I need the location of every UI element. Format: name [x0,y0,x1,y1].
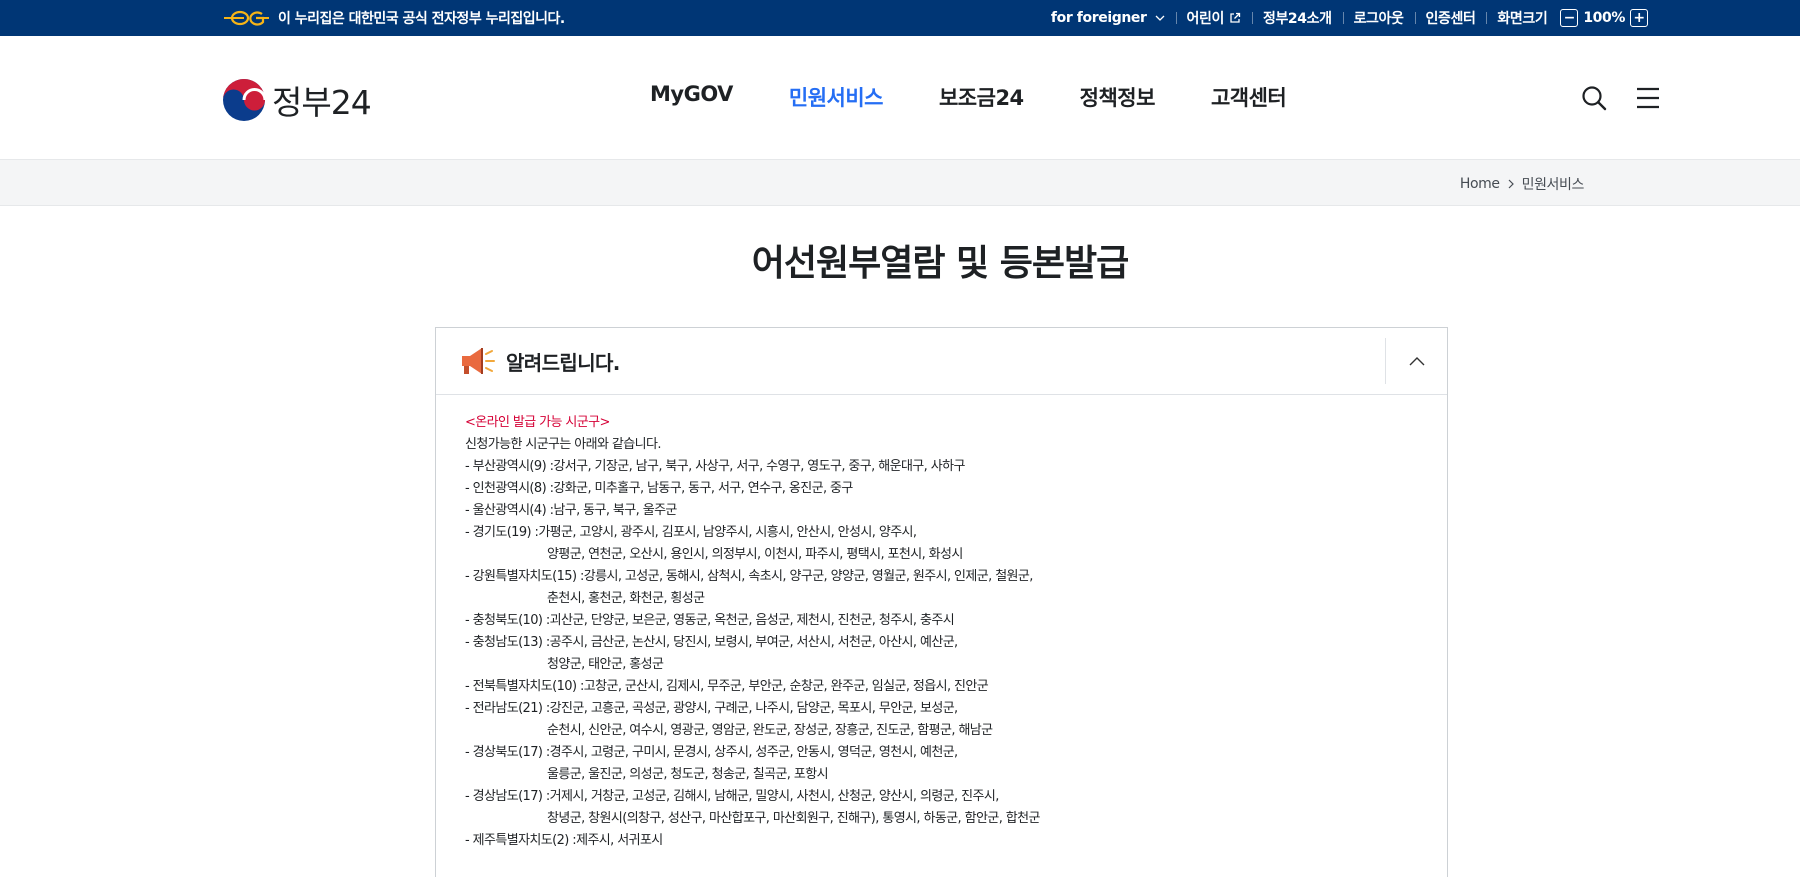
nav-item-mygov[interactable]: MyGOV [650,82,733,112]
list-item: - 경기도(19) : 가평군, 고양시, 광주시, 김포시, 남양주시, 시흥… [465,522,1418,544]
gov-topbar: 이 누리집은 대한민국 공식 전자정부 누리집입니다. for foreigne… [0,0,1800,36]
kids-label: 어린이 [1186,11,1225,27]
list-item: - 경상북도(17) : 경주시, 고령군, 구미시, 문경시, 상주시, 성주… [465,742,1418,764]
list-item: - 울산광역시(4) : 남구, 동구, 북구, 울주군 [465,500,1418,522]
region-cities: 강릉시, 고성군, 동해시, 삼척시, 속초시, 양구군, 양양군, 영월군, … [583,569,1034,584]
region-cities: 강서구, 기장군, 남구, 북구, 사상구, 서구, 수영구, 영도구, 중구,… [553,459,965,474]
page-title: 어선원부열람 및 등본발급 [751,243,1129,284]
region-cities-continued: 청양군, 태안군, 홍성군 [547,657,664,672]
list-item: - 인천광역시(8) : 강화군, 미추홀구, 남동구, 동구, 서구, 연수구… [465,478,1418,500]
search-icon[interactable] [1580,84,1608,112]
region-cities-continued: 순천시, 신안군, 여수시, 영광군, 영암군, 완도군, 장성군, 장흥군, … [547,723,993,738]
menu-icon[interactable] [1634,84,1662,112]
region-cities-continued: 창녕군, 창원시(의창구, 성산구, 마산합포구, 마산회원구, 진해구), 통… [547,811,1040,826]
for-foreigner-label: for foreigner [1050,10,1147,26]
about-link[interactable]: 정부24소개 [1251,8,1343,28]
chevron-down-icon [1155,15,1164,21]
region-name: - 전북특별자치도(10) : [465,679,584,694]
taegeuk-logo-icon [223,79,266,121]
list-item: - 전라남도(21) : 강진군, 고흥군, 곡성군, 광양시, 구례군, 나주… [465,698,1418,720]
notice-header: 알려드립니다. [436,328,1447,395]
screen-size-label: 화면크기 [1497,11,1548,27]
zoom-in-button[interactable]: + [1630,9,1648,27]
breadcrumb-home[interactable]: Home [1460,176,1500,192]
gov24-logo[interactable]: 정부24 [222,76,372,124]
list-item: - 제주특별자치도(2) : 제주시, 서귀포시 [465,830,1418,852]
egov-logo-icon [224,10,269,26]
about-label: 정부24소개 [1262,11,1332,27]
for-foreigner-dropdown[interactable]: for foreigner [1040,10,1176,26]
breadcrumb-bar: Home 민원서비스 [0,160,1800,206]
region-cities-continued: 양평군, 연천군, 오산시, 용인시, 의정부시, 이천시, 파주시, 평택시,… [547,547,963,562]
zoom-out-button[interactable]: − [1560,9,1579,27]
notice-intro: 신청가능한 시군구는 아래와 같습니다. [465,437,661,452]
cert-center-link[interactable]: 인증센터 [1414,8,1487,28]
region-cities-continued: 울릉군, 울진군, 의성군, 청도군, 청송군, 칠곡군, 포항시 [547,767,829,782]
nav-item-policy-info[interactable]: 정책정보 [1080,82,1156,112]
cert-center-label: 인증센터 [1425,11,1476,27]
collapse-toggle-button[interactable] [1385,338,1447,384]
region-cities: 경주시, 고령군, 구미시, 문경시, 상주시, 성주군, 안동시, 영덕군, … [549,745,959,760]
header-actions [1580,84,1662,112]
zoom-value: 100% [1583,10,1625,26]
chevron-right-icon [1508,179,1514,189]
screen-size-control: 화면크기 − 100% + [1486,8,1662,28]
list-item: - 충청남도(13) : 공주시, 금산군, 논산시, 당진시, 보령시, 부여… [465,632,1418,654]
region-cities: 제주시, 서귀포시 [576,833,663,848]
region-name: - 부산광역시(9) : [465,459,554,474]
logo-text: 정부24 [272,83,372,122]
nav-item-customer-center[interactable]: 고객센터 [1211,82,1287,112]
gov-notice: 이 누리집은 대한민국 공식 전자정부 누리집입니다. [222,8,565,28]
region-name: - 전라남도(21) : [465,701,550,716]
external-link-icon [1230,12,1241,23]
megaphone-icon [462,348,495,374]
region-list: - 부산광역시(9) : 강서구, 기장군, 남구, 북구, 사상구, 서구, … [465,456,1418,852]
region-name: - 인천광역시(8) : [465,481,554,496]
list-item: - 충청북도(10) : 괴산군, 단양군, 보은군, 영동군, 옥천군, 음성… [465,610,1418,632]
region-cities: 고창군, 군산시, 김제시, 무주군, 부안군, 순창군, 완주군, 임실군, … [583,679,989,694]
region-cities: 남구, 동구, 북구, 울주군 [553,503,677,518]
notice-panel: 알려드립니다. <온라인 발급 가능 시군구> 신청가능한 시군구는 아래와 같… [435,327,1448,877]
list-item: - 경상남도(17) : 거제시, 거창군, 고성군, 김해시, 남해군, 밀양… [465,786,1418,808]
region-cities: 공주시, 금산군, 논산시, 당진시, 보령시, 부여군, 서산시, 서천군, … [549,635,959,650]
region-name: - 제주특별자치도(2) : [465,833,577,848]
region-cities: 강진군, 고흥군, 곡성군, 광양시, 구례군, 나주시, 담양군, 목포시, … [549,701,959,716]
list-item: - 강원특별자치도(15) : 강릉시, 고성군, 동해시, 삼척시, 속초시,… [465,566,1418,588]
region-name: - 강원특별자치도(15) : [465,569,584,584]
breadcrumb-current: 민원서비스 [1521,177,1585,193]
notice-body: <온라인 발급 가능 시군구> 신청가능한 시군구는 아래와 같습니다. - 부… [436,395,1447,869]
region-cities: 강화군, 미추홀구, 남동구, 동구, 서구, 연수구, 옹진군, 중구 [553,481,853,496]
region-cities-continued: 춘천시, 홍천군, 화천군, 횡성군 [547,591,705,606]
nav-item-civil-service[interactable]: 민원서비스 [789,82,884,112]
breadcrumb: Home 민원서비스 [1460,174,1585,194]
nav-item-subsidy24[interactable]: 보조금24 [939,82,1024,112]
utility-menu: for foreigner 어린이 정부24소개 로그아웃 인증센터 화면크기 … [1040,8,1662,28]
region-name: - 충청북도(10) : [465,613,550,628]
chevron-up-icon [1409,357,1424,366]
kids-link[interactable]: 어린이 [1175,8,1252,28]
region-name: - 충청남도(13) : [465,635,550,650]
region-cities: 가평군, 고양시, 광주시, 김포시, 남양주시, 시흥시, 안산시, 안성시,… [538,525,917,540]
notice-title: 알려드립니다. [506,350,620,375]
logout-label: 로그아웃 [1353,11,1404,27]
region-cities: 괴산군, 단양군, 보은군, 영동군, 옥천군, 음성군, 제천시, 진천군, … [549,613,955,628]
site-header: 정부24 MyGOV 민원서비스 보조금24 정책정보 고객센터 [0,36,1800,160]
logout-link[interactable]: 로그아웃 [1342,8,1415,28]
region-name: - 경상북도(17) : [465,745,550,760]
list-item: - 부산광역시(9) : 강서구, 기장군, 남구, 북구, 사상구, 서구, … [465,456,1418,478]
region-name: - 경기도(19) : [465,525,539,540]
main-nav: MyGOV 민원서비스 보조금24 정책정보 고객센터 [650,82,1342,112]
region-name: - 울산광역시(4) : [465,503,554,518]
gov-notice-text: 이 누리집은 대한민국 공식 전자정부 누리집입니다. [278,11,565,27]
region-name: - 경상남도(17) : [465,789,550,804]
notice-heading: <온라인 발급 가능 시군구> [465,415,610,430]
list-item: - 전북특별자치도(10) : 고창군, 군산시, 김제시, 무주군, 부안군,… [465,676,1418,698]
region-cities: 거제시, 거창군, 고성군, 김해시, 남해군, 밀양시, 사천시, 산청군, … [549,789,1000,804]
